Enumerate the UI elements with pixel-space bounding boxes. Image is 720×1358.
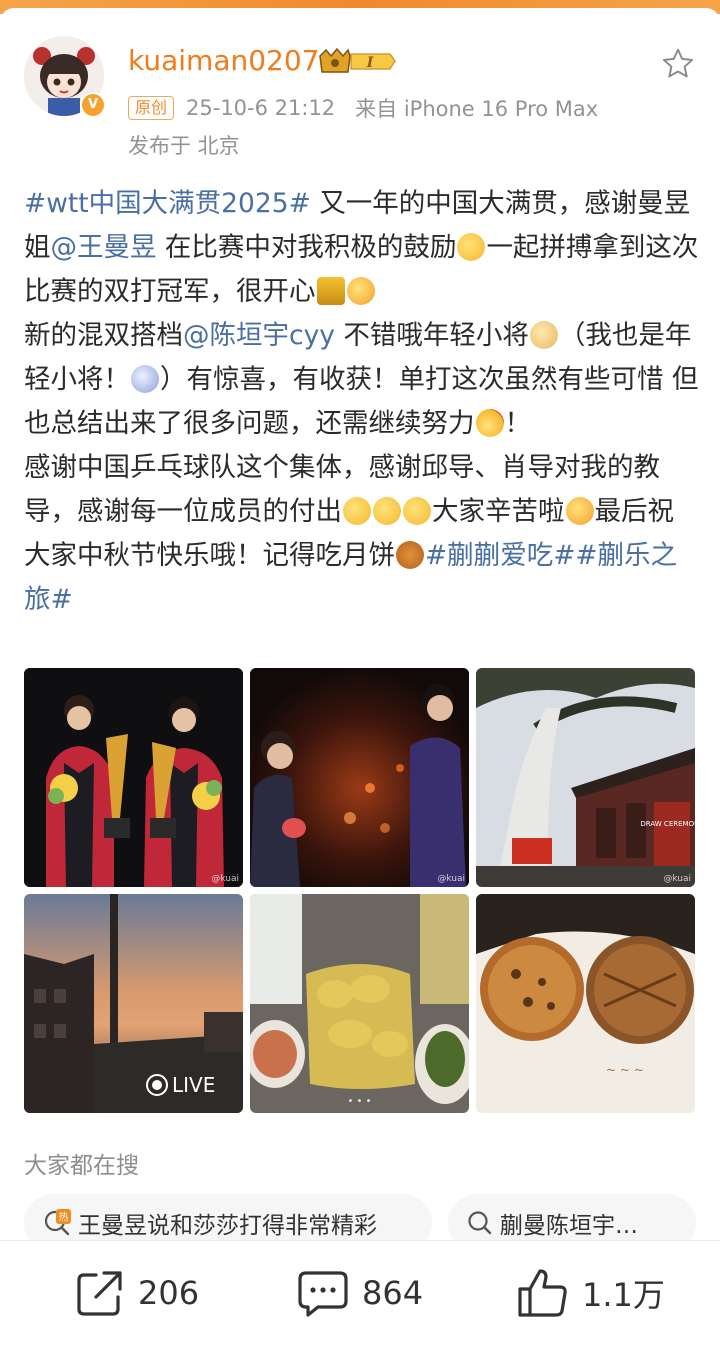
mooncake-photo[interactable]: ~ ~ ~ <box>476 894 695 1113</box>
level-label: I <box>366 55 374 71</box>
post-text: ！ <box>504 408 532 439</box>
shy-emoji-icon <box>343 497 371 525</box>
shy-emoji-icon <box>403 497 431 525</box>
comment-icon <box>298 1271 348 1317</box>
post-text: 在比赛中对我积极的鼓励 <box>156 232 457 263</box>
member-level-icon: I <box>318 46 396 76</box>
live-photo-text: LIVE <box>172 1073 216 1097</box>
fighting-emoji-icon <box>475 409 504 437</box>
food-photo[interactable]: • • • <box>250 894 469 1113</box>
match-photo[interactable]: @kuai <box>250 668 469 887</box>
like-count: 1.1万 <box>582 1276 665 1314</box>
mooncake-illustration: ~ ~ ~ <box>476 894 695 1113</box>
repost-button[interactable]: 206 <box>74 1265 199 1321</box>
mention-wang-manyu[interactable]: @王曼昱 <box>51 232 157 263</box>
like-button[interactable]: 1.1万 <box>516 1265 665 1321</box>
draw-ceremony-sign: DRAW CEREMONY <box>640 820 695 828</box>
search-chip-label: 蒯曼陈垣宇… <box>500 1213 638 1239</box>
comment-count: 864 <box>362 1274 424 1312</box>
draw-ceremony-illustration: DRAW CEREMONY <box>476 668 695 887</box>
trophy-ceremony-illustration <box>24 668 243 887</box>
topic-tag-kuaikuai-eat[interactable]: #蒯蒯爱吃# <box>425 540 575 571</box>
hot-search-icon: 热 <box>44 1209 71 1236</box>
post-text: 新的混双搭档 <box>24 320 183 351</box>
favorite-star-icon[interactable] <box>660 46 696 82</box>
image-watermark: @kuai <box>663 874 691 884</box>
clap-emoji-icon <box>346 277 375 305</box>
draw-ceremony-photo[interactable]: DRAW CEREMONY @kuai <box>476 668 695 887</box>
trophy-ceremony-photo[interactable]: @kuai <box>24 668 243 887</box>
post-location: 发布于 北京 <box>128 134 240 158</box>
verified-badge-icon: V <box>80 92 106 118</box>
mention-chen-yuanyu[interactable]: @陈垣宇cyy <box>183 320 335 351</box>
shy-emoji-icon <box>457 233 486 261</box>
trending-heading: 大家都在搜 <box>24 1153 139 1179</box>
live-photo-label: LIVE <box>146 1073 215 1097</box>
surprised-emoji-icon <box>131 365 159 393</box>
post-body: #wtt中国大满贯2025# 又一年的中国大满贯，感谢曼昱姐@王曼昱 在比赛中对… <box>24 182 700 622</box>
original-badge: 原创 <box>128 96 175 120</box>
mooncake-emoji-icon <box>396 541 424 569</box>
live-photo-icon <box>146 1074 168 1096</box>
image-watermark: @kuai <box>211 874 239 884</box>
post-source: 来自 iPhone 16 Pro Max <box>355 97 599 121</box>
doge-emoji-icon <box>529 321 558 349</box>
thumbs-up-icon <box>518 1269 567 1317</box>
post-meta: 原创 25-10-6 21:12 来自 iPhone 16 Pro Max <box>128 94 598 122</box>
post-text: 不错哦年轻小将 <box>334 320 529 351</box>
svg-text:热: 热 <box>59 1211 69 1224</box>
cheer-emoji-icon <box>565 497 594 525</box>
trophy-emoji-icon <box>316 277 345 305</box>
post-time: 25-10-6 21:12 <box>186 96 336 120</box>
topic-tag-wtt[interactable]: #wtt中国大满贯2025# <box>24 188 311 219</box>
repost-icon <box>77 1271 122 1316</box>
shy-emoji-icon <box>373 497 401 525</box>
search-icon <box>468 1211 492 1235</box>
repost-count: 206 <box>138 1274 200 1312</box>
svg-text:~ ~ ~: ~ ~ ~ <box>606 1063 644 1077</box>
carousel-dots: • • • <box>347 1096 372 1107</box>
trending-search-label: 王曼昱说和莎莎打得非常精彩 <box>78 1213 377 1239</box>
sunset-photo[interactable]: LIVE <box>24 894 243 1113</box>
image-grid: @kuai @kuai DRAW CEREMO @kuai LIVE • • •… <box>24 668 696 1114</box>
post-text: 大家辛苦啦 <box>432 496 565 527</box>
match-illustration <box>250 668 469 887</box>
image-watermark: @kuai <box>437 874 465 884</box>
comment-button[interactable]: 864 <box>296 1265 423 1321</box>
username[interactable]: kuaiman0207 <box>128 44 319 77</box>
food-illustration <box>250 894 469 1113</box>
